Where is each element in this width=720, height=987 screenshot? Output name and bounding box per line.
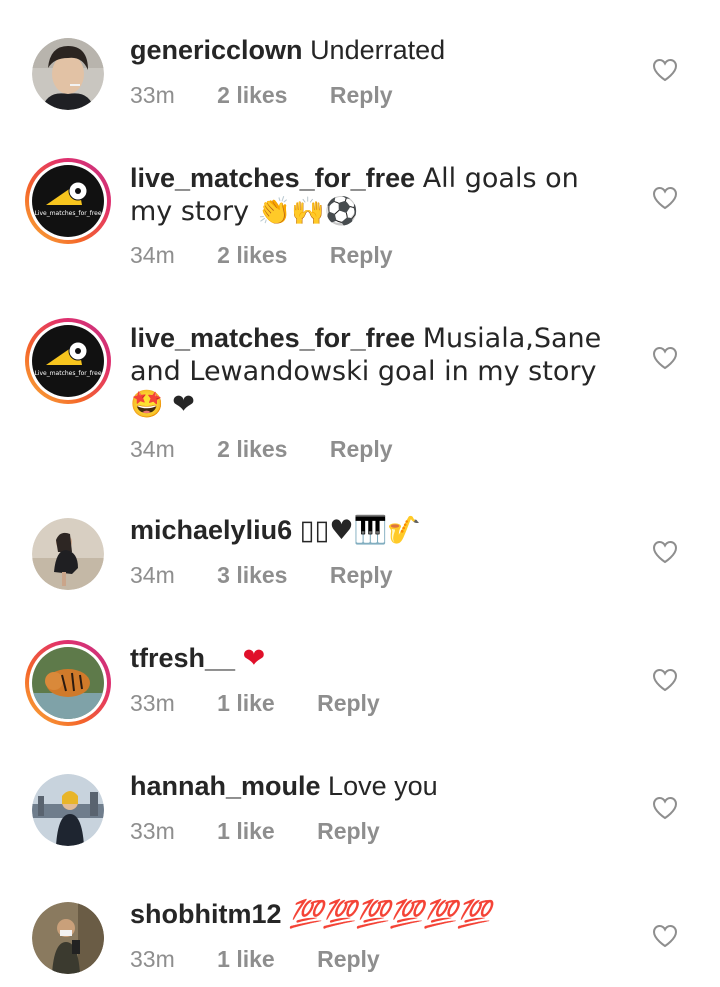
- comment-meta: 34m 2 likes Reply: [130, 436, 429, 463]
- username[interactable]: genericclown: [130, 35, 303, 65]
- reply-button[interactable]: Reply: [330, 242, 393, 268]
- reply-button[interactable]: Reply: [330, 82, 393, 108]
- timestamp: 34m: [130, 436, 175, 462]
- heart-outline-icon[interactable]: [652, 58, 678, 82]
- heart-outline-icon[interactable]: [652, 540, 678, 564]
- comment-text: hannah_moule Love you: [130, 770, 610, 803]
- timestamp: 33m: [130, 82, 175, 108]
- avatar[interactable]: [32, 902, 104, 974]
- username[interactable]: michaelyliu6: [130, 515, 292, 545]
- heart-outline-icon[interactable]: [652, 924, 678, 948]
- comment-body: ❤: [242, 643, 266, 674]
- comment-body: 💯💯💯💯💯💯: [289, 899, 491, 930]
- comment-text: tfresh__ ❤: [130, 642, 610, 675]
- avatar[interactable]: [32, 774, 104, 846]
- comment-meta: 34m 2 likes Reply: [130, 242, 429, 269]
- likes-count[interactable]: 2 likes: [217, 242, 287, 268]
- likes-count[interactable]: 2 likes: [217, 82, 287, 108]
- timestamp: 34m: [130, 242, 175, 268]
- reply-button[interactable]: Reply: [317, 818, 380, 844]
- username[interactable]: hannah_moule: [130, 771, 321, 801]
- comment-meta: 33m 2 likes Reply: [130, 82, 429, 109]
- heart-outline-icon[interactable]: [652, 186, 678, 210]
- likes-count[interactable]: 1 like: [217, 690, 275, 716]
- comment-meta: 33m 1 like Reply: [130, 818, 416, 845]
- avatar[interactable]: [25, 640, 111, 726]
- comment-body: Underrated: [310, 35, 446, 65]
- avatar[interactable]: Live_matches_for_free: [25, 318, 111, 404]
- reply-button[interactable]: Reply: [330, 436, 393, 462]
- avatar[interactable]: Live_matches_for_free: [25, 158, 111, 244]
- avatar-logo-text: Live_matches_for_free: [34, 210, 101, 217]
- comment-meta: 33m 1 like Reply: [130, 690, 416, 717]
- comment-text: live_matches_for_free All goals on my st…: [130, 162, 610, 228]
- reply-button[interactable]: Reply: [317, 690, 380, 716]
- comment-body: ▯▯♥🎹🎷: [299, 515, 421, 546]
- username[interactable]: live_matches_for_free: [130, 323, 415, 353]
- comment-text: shobhitm12 💯💯💯💯💯💯: [130, 898, 610, 931]
- likes-count[interactable]: 2 likes: [217, 436, 287, 462]
- likes-count[interactable]: 1 like: [217, 818, 275, 844]
- username[interactable]: shobhitm12: [130, 899, 282, 929]
- heart-outline-icon[interactable]: [652, 346, 678, 370]
- username[interactable]: tfresh__: [130, 643, 235, 673]
- avatar[interactable]: [32, 38, 104, 110]
- username[interactable]: live_matches_for_free: [130, 163, 415, 193]
- likes-count[interactable]: 3 likes: [217, 562, 287, 588]
- comment-text: genericclown Underrated: [130, 34, 610, 67]
- likes-count[interactable]: 1 like: [217, 946, 275, 972]
- timestamp: 33m: [130, 946, 175, 972]
- heart-outline-icon[interactable]: [652, 668, 678, 692]
- heart-outline-icon[interactable]: [652, 796, 678, 820]
- timestamp: 33m: [130, 690, 175, 716]
- timestamp: 34m: [130, 562, 175, 588]
- comment-text: live_matches_for_free Musiala,Sane and L…: [130, 322, 610, 421]
- reply-button[interactable]: Reply: [317, 946, 380, 972]
- avatar-logo-text: Live_matches_for_free: [34, 370, 101, 377]
- reply-button[interactable]: Reply: [330, 562, 393, 588]
- timestamp: 33m: [130, 818, 175, 844]
- comment-body: Love you: [328, 771, 438, 801]
- avatar[interactable]: [32, 518, 104, 590]
- comment-meta: 33m 1 like Reply: [130, 946, 416, 973]
- comment-text: michaelyliu6 ▯▯♥🎹🎷: [130, 514, 610, 547]
- comment-meta: 34m 3 likes Reply: [130, 562, 429, 589]
